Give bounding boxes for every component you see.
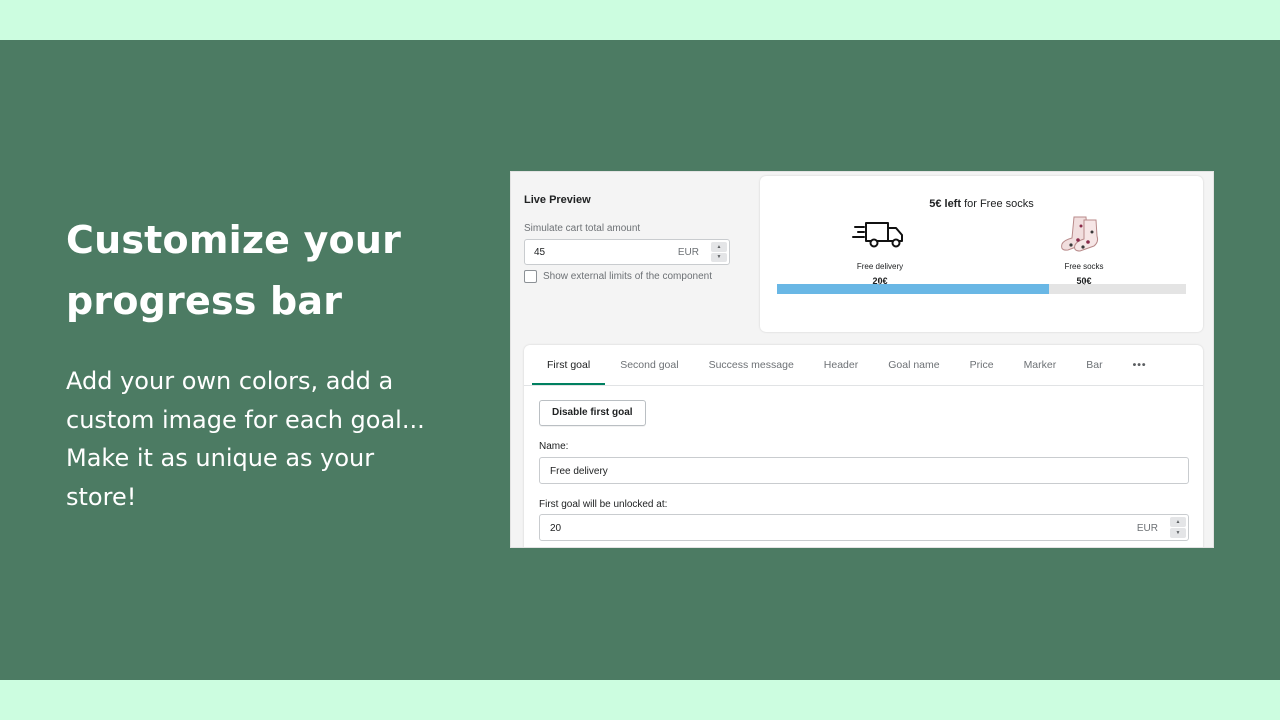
slide-panel: Customize your progress bar Add your own…: [0, 40, 1280, 680]
settings-tabs: First goal Second goal Success message Head…: [532, 345, 1162, 385]
progress-bar-fill: [777, 284, 1049, 294]
goal-marker-second: [1083, 279, 1085, 285]
stepper-up-icon[interactable]: ▲: [711, 242, 727, 252]
socks-icon: [1061, 216, 1099, 252]
goal-marker-first: [879, 279, 881, 285]
preview-message-amount: 5€ left: [929, 198, 962, 210]
tab-header[interactable]: Header: [809, 345, 873, 385]
preview-message: 5€ left for Free socks: [760, 198, 1203, 210]
preview-message-rest: for Free socks: [961, 198, 1034, 210]
disable-first-goal-button[interactable]: Disable first goal: [539, 400, 646, 426]
app-screenshot: Live Preview Simulate cart total amount …: [510, 171, 1214, 548]
goal-name-value: Free delivery: [550, 466, 608, 477]
tabs-divider: [524, 385, 1203, 386]
tab-bar[interactable]: Bar: [1071, 345, 1117, 385]
tab-second-goal[interactable]: Second goal: [605, 345, 693, 385]
stepper-down-icon[interactable]: ▼: [1170, 528, 1186, 538]
settings-card: First goal Second goal Success message Head…: [524, 345, 1203, 547]
simulate-cart-stepper[interactable]: ▲ ▼: [711, 242, 727, 262]
tab-success-message[interactable]: Success message: [694, 345, 809, 385]
goal-first-name: Free delivery: [856, 262, 904, 271]
show-limits-checkbox[interactable]: [524, 270, 537, 283]
goal-second-name: Free socks: [1064, 262, 1104, 271]
goal-second: Free socks 50€: [1044, 214, 1124, 286]
progress-bar: [777, 284, 1186, 294]
stepper-down-icon[interactable]: ▼: [711, 252, 727, 262]
simulate-cart-value: 45: [534, 247, 546, 258]
tab-price[interactable]: Price: [955, 345, 1009, 385]
top-band: [0, 0, 1280, 40]
show-limits-label: Show external limits of the component: [543, 271, 712, 282]
tab-goal-name[interactable]: Goal name: [873, 345, 954, 385]
unlock-amount-currency: EUR: [1136, 523, 1158, 534]
live-preview-title: Live Preview: [524, 194, 591, 206]
goal-name-label: Name:: [539, 441, 569, 452]
tab-first-goal[interactable]: First goal: [532, 345, 606, 385]
show-limits-row[interactable]: Show external limits of the component: [524, 270, 712, 283]
delivery-truck-icon: [852, 222, 903, 248]
more-tabs-button[interactable]: •••: [1118, 345, 1162, 385]
simulate-cart-label: Simulate cart total amount: [524, 223, 641, 234]
goal-name-input[interactable]: Free delivery: [539, 457, 1189, 484]
unlock-amount-value: 20: [550, 523, 562, 534]
progress-preview-card: 5€ left for Free socks Free delivery 20€: [760, 176, 1203, 332]
stepper-up-icon[interactable]: ▲: [1170, 517, 1186, 527]
simulate-cart-input[interactable]: 45 EUR ▲ ▼: [524, 239, 730, 265]
headline: Customize your progress bar: [66, 218, 402, 323]
goal-first: Free delivery 20€: [840, 214, 920, 286]
tab-marker[interactable]: Marker: [1009, 345, 1072, 385]
subtext: Add your own colors, add a custom image …: [66, 367, 425, 511]
bottom-band: [0, 680, 1280, 720]
unlock-amount-input[interactable]: 20 EUR ▲ ▼: [539, 514, 1189, 541]
unlock-amount-stepper[interactable]: ▲ ▼: [1170, 517, 1186, 538]
unlock-amount-label: First goal will be unlocked at:: [539, 499, 668, 510]
simulate-cart-currency: EUR: [677, 247, 699, 258]
